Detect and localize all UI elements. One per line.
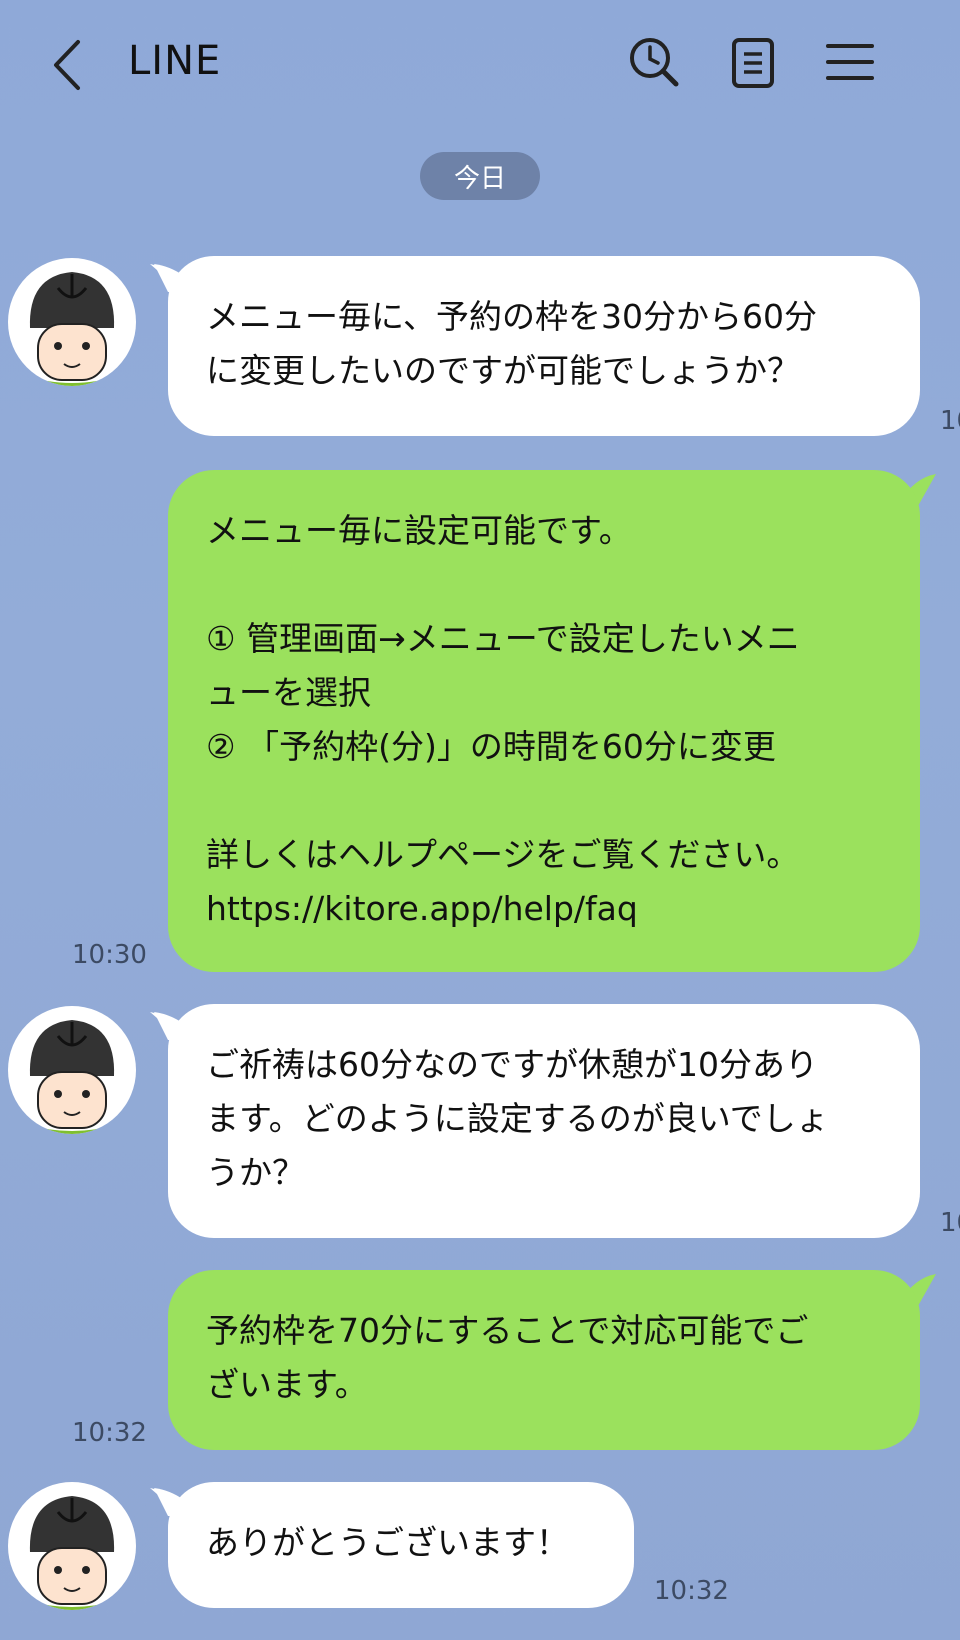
avatar-face-icon	[26, 272, 118, 386]
avatar[interactable]	[8, 1482, 136, 1610]
message-time: 10:32	[72, 1418, 147, 1448]
menu-icon	[826, 44, 874, 80]
message-bubble-incoming[interactable]: メニュー毎に、予約の枠を30分から60分 に変更したいのですが可能でしょうか？	[168, 256, 920, 436]
search-history-icon	[630, 38, 679, 87]
chat-title: LINE	[128, 38, 222, 84]
message-bubble-outgoing[interactable]: メニュー毎に設定可能です。 ① 管理画面→メニューで設定したいメニ ューを選択 …	[168, 470, 920, 972]
back-button[interactable]	[44, 30, 104, 100]
message-bubble-incoming[interactable]: ご祈祷は60分なのですが休憩が10分あり ます。どのように設定するのが良いでしょ…	[168, 1004, 920, 1238]
message-time: 10:32	[654, 1576, 729, 1606]
message-bubble-outgoing[interactable]: 予約枠を70分にすることで対応可能でご ざいます。	[168, 1270, 920, 1450]
menu-button[interactable]	[818, 30, 882, 94]
message-time: 10	[940, 406, 960, 436]
avatar-face-icon	[26, 1020, 118, 1134]
message-time: 10	[940, 1208, 960, 1238]
chat-header: LINE	[0, 0, 960, 130]
back-chevron-icon	[54, 40, 80, 90]
date-separator: 今日	[420, 152, 540, 200]
search-button[interactable]	[622, 30, 686, 94]
message-time: 10:30	[72, 940, 147, 970]
avatar[interactable]	[8, 258, 136, 386]
avatar[interactable]	[8, 1006, 136, 1134]
notes-button[interactable]	[720, 30, 784, 94]
message-bubble-incoming[interactable]: ありがとうございます！	[168, 1482, 634, 1608]
notes-icon	[732, 38, 774, 88]
avatar-face-icon	[26, 1496, 118, 1610]
